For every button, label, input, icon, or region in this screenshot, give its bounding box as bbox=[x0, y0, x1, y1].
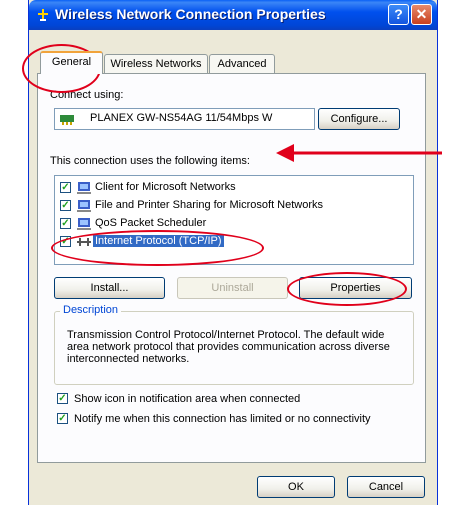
service-icon bbox=[77, 218, 91, 230]
notify-label: Notify me when this connection has limit… bbox=[74, 413, 371, 425]
description-title: Description bbox=[60, 304, 122, 316]
install-button[interactable]: Install... bbox=[54, 277, 165, 299]
checkbox-qos[interactable]: ✓ bbox=[60, 218, 71, 229]
arrow-annotation-icon bbox=[276, 144, 442, 162]
list-item-label: File and Printer Sharing for Microsoft N… bbox=[95, 199, 324, 211]
list-item-file-sharing[interactable]: ✓ File and Printer Sharing for Microsoft… bbox=[58, 197, 398, 215]
ok-button[interactable]: OK bbox=[257, 476, 335, 498]
list-item-label: Client for Microsoft Networks bbox=[95, 181, 236, 193]
uninstall-button: Uninstall bbox=[177, 277, 288, 299]
properties-highlight bbox=[287, 272, 407, 306]
checkbox-client[interactable]: ✓ bbox=[60, 182, 71, 193]
tcpip-highlight bbox=[51, 230, 264, 266]
tab-general[interactable]: General bbox=[40, 51, 103, 74]
show-icon-label: Show icon in notification area when conn… bbox=[74, 393, 301, 405]
checkbox-file-sharing[interactable]: ✓ bbox=[60, 200, 71, 211]
description-text: Transmission Control Protocol/Internet P… bbox=[67, 329, 390, 365]
network-connection-icon bbox=[38, 9, 48, 21]
title-bar[interactable]: Wireless Network Connection Properties ?… bbox=[29, 0, 437, 30]
checkbox-notify[interactable]: ✓ bbox=[57, 413, 68, 424]
list-item-client[interactable]: ✓ Client for Microsoft Networks bbox=[58, 179, 398, 197]
configure-button[interactable]: Configure... bbox=[318, 108, 400, 130]
network-adapter-icon bbox=[60, 115, 74, 125]
tab-advanced[interactable]: Advanced bbox=[209, 54, 275, 74]
items-label: This connection uses the following items… bbox=[50, 155, 250, 167]
help-button[interactable]: ? bbox=[388, 4, 409, 25]
tab-wireless-networks[interactable]: Wireless Networks bbox=[104, 54, 208, 74]
list-item-qos[interactable]: ✓ QoS Packet Scheduler bbox=[58, 215, 398, 233]
cancel-button[interactable]: Cancel bbox=[347, 476, 425, 498]
list-item-label: QoS Packet Scheduler bbox=[95, 217, 207, 229]
close-button[interactable]: ✕ bbox=[411, 4, 432, 25]
computer-icon bbox=[77, 182, 91, 194]
printer-sharing-icon bbox=[77, 200, 91, 212]
adapter-name: PLANEX GW-NS54AG 11/54Mbps W bbox=[90, 112, 273, 124]
checkbox-show-icon[interactable]: ✓ bbox=[57, 393, 68, 404]
adapter-field: PLANEX GW-NS54AG 11/54Mbps W bbox=[54, 108, 315, 130]
window-title: Wireless Network Connection Properties bbox=[55, 6, 326, 22]
